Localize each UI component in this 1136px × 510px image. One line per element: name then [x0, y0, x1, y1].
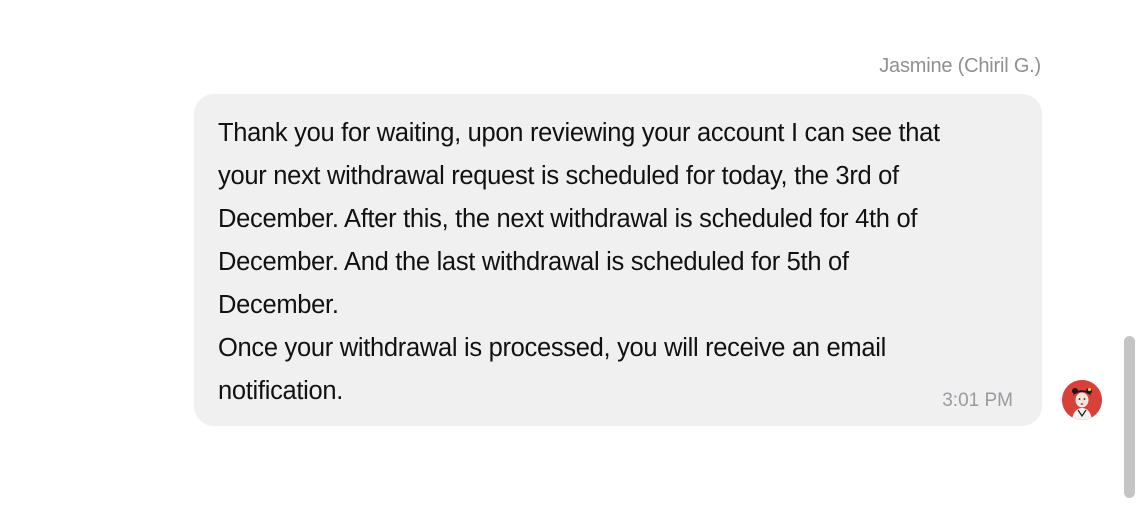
scrollbar-thumb[interactable] — [1124, 336, 1135, 498]
message-timestamp: 3:01 PM — [942, 390, 1013, 411]
message-line: December. — [218, 291, 339, 319]
message-bubble: Thank you for waiting, upon reviewing yo… — [194, 94, 1042, 426]
message-line: Thank you for waiting, upon reviewing yo… — [218, 119, 940, 147]
message-line: your next withdrawal request is schedule… — [218, 162, 899, 190]
chat-message-area: Jasmine (Chiril G.) Thank you for waitin… — [0, 0, 1136, 510]
avatar-illustration — [1062, 380, 1102, 420]
message-text: Thank you for waiting, upon reviewing yo… — [218, 112, 1018, 413]
message-line: notification. — [218, 377, 344, 405]
agent-avatar-icon[interactable] — [1062, 380, 1102, 420]
message-line: Once your withdrawal is processed, you w… — [218, 334, 886, 362]
sender-name: Jasmine (Chiril G.) — [879, 55, 1041, 77]
message-line: December. After this, the next withdrawa… — [218, 205, 918, 233]
message-line: December. And the last withdrawal is sch… — [218, 248, 849, 276]
